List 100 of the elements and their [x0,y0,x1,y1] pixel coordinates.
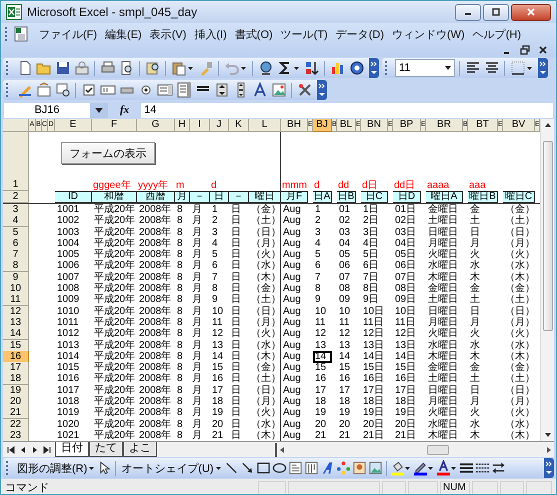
paste-icon[interactable] [170,60,187,76]
row-header[interactable]: 3 [3,204,29,216]
vertical-scrollbar[interactable] [540,119,554,442]
diagram-icon[interactable] [336,460,351,477]
toolbar-options-icon[interactable] [544,458,554,478]
sort-icon[interactable] [303,60,320,76]
row-header[interactable]: 20 [3,396,29,408]
caret-icon[interactable] [404,466,410,470]
menu-item[interactable]: データ(D) [332,26,388,42]
caret-icon[interactable] [89,466,94,470]
research-icon[interactable] [144,60,161,76]
column-header[interactable]: BP [393,119,421,132]
row-header[interactable]: 9 [3,272,29,284]
row-header[interactable]: 2 [3,191,29,203]
menu-item[interactable]: 書式(O) [230,26,277,42]
toolbar-options-icon[interactable] [369,58,379,78]
font-color-icon[interactable] [436,460,451,477]
column-header[interactable]: H [175,119,190,132]
menu-item[interactable]: 挿入(I) [190,26,231,42]
column-header[interactable]: BR [426,119,463,132]
scroll-thumb[interactable] [427,444,449,455]
restore-icon[interactable] [520,45,530,55]
row-header[interactable]: 22 [3,418,29,431]
column-header[interactable]: BL [337,119,356,132]
save-icon[interactable] [54,60,71,76]
column-header[interactable]: L [249,119,281,132]
workbook-icon[interactable] [13,26,29,42]
caret-icon[interactable] [527,66,532,70]
menu-item[interactable]: 表示(V) [146,26,190,42]
row-header[interactable]: 1 [3,132,29,191]
picture-icon[interactable] [368,460,383,477]
column-header[interactable]: G [137,119,175,132]
row-header[interactable]: 11 [3,294,29,306]
column-header[interactable]: BH [281,119,308,132]
row-header[interactable]: 16 [3,350,29,363]
draw-menu[interactable]: 図形の調整(R) [15,460,90,476]
row-header[interactable]: 5 [3,226,29,239]
sheet-tab[interactable]: よこ [123,442,157,458]
row-header[interactable]: 8 [3,260,29,272]
row-header[interactable]: 17 [3,362,29,374]
scroll-thumb[interactable] [542,141,552,331]
name-box[interactable]: BJ16 [4,102,108,118]
autoshapes-menu[interactable]: オートシェイプ(U) [119,460,216,476]
clip-art-icon[interactable] [352,460,367,477]
maximize-button[interactable] [483,4,509,20]
permission-icon[interactable] [73,60,90,76]
vertical-text-box-icon[interactable] [304,460,319,477]
close-button[interactable] [511,4,551,20]
column-header[interactable]: F [92,119,137,132]
column-header[interactable]: J [210,119,229,132]
caret-icon[interactable] [294,66,299,70]
last-sheet-icon[interactable] [42,444,52,455]
properties-icon[interactable] [35,82,52,98]
borders-icon[interactable] [509,60,526,76]
column-header[interactable]: BJ [313,119,332,132]
row-header[interactable]: 4 [3,215,29,228]
menu-item[interactable]: ヘルプ(H) [468,26,525,42]
formula-field[interactable]: 14 [141,102,553,118]
column-header[interactable]: I [190,119,210,132]
close-icon[interactable] [538,45,548,55]
row-header[interactable]: 13 [3,316,29,329]
row-header[interactable]: 19 [3,384,29,397]
caret-icon[interactable] [216,466,221,470]
column-header[interactable]: BV [503,119,535,132]
text-box-icon[interactable] [288,460,303,477]
menu-item[interactable]: 編集(E) [101,26,146,42]
column-header[interactable]: BN [361,119,388,132]
toolbar-options-icon[interactable] [317,80,327,100]
row-header[interactable]: 23 [3,430,29,442]
menu-item[interactable]: ファイル(F) [35,26,102,42]
dropdown-icon[interactable] [90,102,108,118]
minimize-button[interactable] [455,4,481,20]
menu-item[interactable]: ツール(T) [276,26,332,42]
menu-item[interactable]: ウィンドウ(W) [388,26,469,42]
row-header[interactable]: 14 [3,328,29,340]
row-header[interactable]: 12 [3,306,29,318]
caret-icon[interactable] [450,466,456,470]
row-header[interactable]: 18 [3,373,29,386]
caret-icon[interactable] [241,66,246,70]
first-sheet-icon[interactable] [6,444,16,455]
function-label[interactable]: fx [112,104,138,116]
sheet-tab[interactable]: たて [89,442,123,458]
row-header[interactable]: 6 [3,238,29,250]
row-header[interactable]: 7 [3,249,29,262]
row-header[interactable]: 21 [3,407,29,420]
list-box-icon[interactable] [156,82,173,98]
image-icon[interactable] [270,82,287,98]
caret-icon[interactable] [428,466,433,470]
sheet-tab[interactable]: 日付 [55,442,89,458]
bucket-icon[interactable] [390,460,405,477]
column-header[interactable]: BT [468,119,498,132]
toolbar-options-icon[interactable] [538,58,548,78]
row-header[interactable]: 15 [3,340,29,352]
column-header[interactable]: E [55,119,92,132]
row-header[interactable]: 10 [3,283,29,296]
column-header[interactable]: K [229,119,249,132]
pen-icon[interactable] [412,460,428,477]
show-form-button[interactable]: フォームの表示 [61,142,155,164]
combo-box-icon[interactable] [175,82,192,98]
font-size-field[interactable]: 11 [395,59,455,77]
